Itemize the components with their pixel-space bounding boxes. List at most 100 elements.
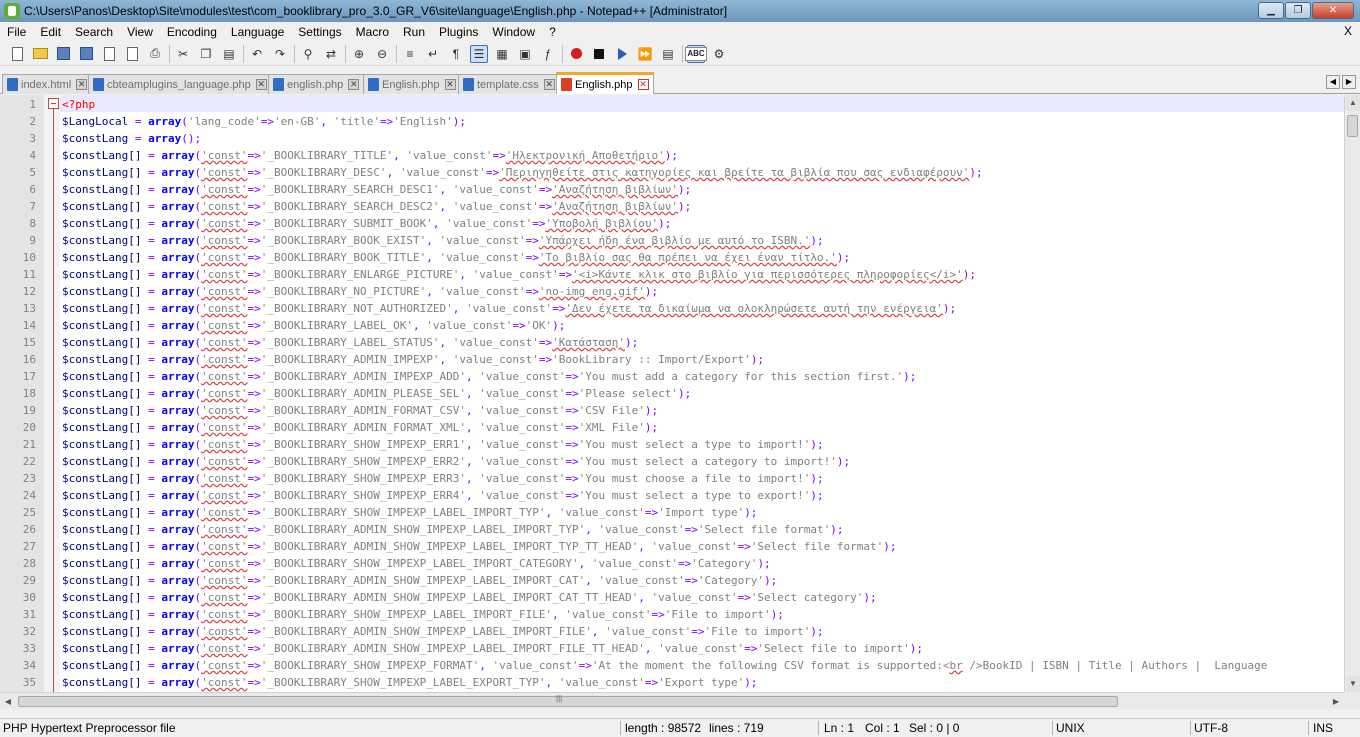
code-token: ); [744,506,758,519]
vertical-scrollbar[interactable]: ▲ ▼ [1344,95,1360,692]
fold-collapse-icon[interactable] [48,98,59,109]
zoom-in-icon[interactable]: ⊕ [350,45,368,63]
show-all-characters-icon[interactable]: ¶ [447,45,465,63]
scroll-down-icon[interactable]: ▼ [1346,676,1360,692]
tab-english-php-2[interactable]: English.php ✕ [363,74,461,94]
status-eol-format[interactable]: UNIX [1053,719,1085,737]
code-token: => [492,149,506,162]
line-number: 27 [22,540,36,553]
code-token: ); [909,642,923,655]
menu-edit[interactable]: Edit [33,22,68,42]
plugin-icon[interactable]: ⚙ [710,45,728,63]
code-text-area[interactable]: <?php $LangLocal = array('lang_code'=>'en… [60,95,1344,692]
tab-english-php-lower[interactable]: english.php ✕ [268,74,365,94]
play-macro-icon[interactable] [613,45,631,63]
horizontal-scrollbar[interactable]: ◀ ||| ▶ [0,692,1344,709]
menu-encoding[interactable]: Encoding [160,22,224,42]
status-encoding[interactable]: UTF-8 [1191,719,1228,737]
status-insert-mode[interactable]: INS [1310,719,1333,737]
tab-close-icon[interactable]: ✕ [637,79,649,90]
scroll-right-icon[interactable]: ▶ [1328,694,1344,709]
menu-view[interactable]: View [120,22,160,42]
function-list-icon[interactable]: ƒ [539,45,557,63]
save-all-icon[interactable] [77,45,95,63]
code-token: array [161,166,195,179]
indent-guide-icon[interactable]: ☰ [470,44,488,63]
tab-close-icon[interactable]: ✕ [76,79,88,90]
code-token: => [247,676,261,689]
tab-close-icon[interactable]: ✕ [444,79,456,90]
maximize-button[interactable]: ❐ [1285,2,1311,19]
code-token: = [141,319,162,332]
close-all-icon[interactable] [123,45,141,63]
close-file-icon[interactable] [100,45,118,63]
undo-icon[interactable]: ↶ [248,45,266,63]
code-token: = [141,200,162,213]
menu-file[interactable]: File [0,22,33,42]
replace-icon[interactable]: ⇄ [322,45,340,63]
line-number: 25 [22,506,36,519]
record-macro-icon[interactable] [567,45,585,63]
menu-search[interactable]: Search [68,22,120,42]
scroll-left-icon[interactable]: ◀ [0,694,16,709]
tab-label: index.html [21,78,72,91]
redo-icon[interactable]: ↷ [271,45,289,63]
find-icon[interactable]: ⚲ [299,45,317,63]
sync-scroll-icon[interactable]: ≡ [401,45,419,63]
zoom-out-icon[interactable]: ⊖ [373,45,391,63]
tab-template-css[interactable]: template.css ✕ [458,74,560,94]
horizontal-scroll-thumb[interactable] [18,696,1118,707]
menu-language[interactable]: Language [224,22,291,42]
document-map-icon[interactable]: ▣ [516,45,534,63]
code-token: $constLang[] [62,387,142,400]
vertical-scroll-thumb[interactable] [1347,115,1358,137]
word-wrap-icon[interactable]: ↵ [424,45,442,63]
code-token: = [141,523,162,536]
code-token: 'Ηλεκτρονική Αποθετήριο' [505,149,665,162]
paste-icon[interactable]: ▤ [220,45,238,63]
copy-icon[interactable]: ❐ [197,45,215,63]
menu-macro[interactable]: Macro [349,22,396,42]
tab-close-icon[interactable]: ✕ [543,79,555,90]
menu-help[interactable]: ? [542,22,563,42]
run-macro-multiple-icon[interactable]: ⏩ [636,45,654,63]
code-token: array [161,523,195,536]
menu-plugins[interactable]: Plugins [432,22,485,42]
code-token: $constLang[] [62,659,142,672]
code-token: 'You must add a category for this sectio… [578,370,904,383]
title-bar[interactable]: C:\Users\Panos\Desktop\Site\modules\test… [0,0,1360,22]
close-document-button[interactable]: X [1344,24,1352,38]
fold-margin[interactable] [44,95,60,692]
code-token: , [439,183,453,196]
scroll-up-icon[interactable]: ▲ [1346,95,1360,111]
save-icon[interactable] [54,45,72,63]
tab-scroll-left-icon[interactable]: ◀ [1326,75,1340,89]
open-file-icon[interactable] [31,45,49,63]
tab-close-icon[interactable]: ✕ [255,79,267,90]
user-defined-language-icon[interactable]: ▦ [493,45,511,63]
minimize-button[interactable]: ▁ [1258,2,1284,19]
close-window-button[interactable]: ✕ [1312,2,1354,19]
status-line-number: Ln : 1 [824,721,855,735]
code-editor[interactable]: 1 2 3 4 5 6 7 8 9 10 11 12 13 14 15 16 17 18 19 20 21 22 23 24 2… [0,95,1344,692]
stop-recording-icon[interactable] [590,45,608,63]
new-file-icon[interactable] [8,45,26,63]
code-token: => [247,506,261,519]
tab-english-php-active[interactable]: English.php ✕ [556,72,654,94]
spell-check-icon[interactable]: ABC [685,44,707,63]
menu-window[interactable]: Window [485,22,542,42]
print-icon[interactable]: ⎙ [146,45,164,63]
tab-scroll-right-icon[interactable]: ▶ [1342,75,1356,89]
tab-close-icon[interactable]: ✕ [348,79,360,90]
code-token: '_BOOKLIBRARY_ADMIN_IMPEXP_ADD' [260,370,467,383]
menu-run[interactable]: Run [396,22,432,42]
code-token: 'value_const' [598,523,685,536]
save-macro-icon[interactable]: ▤ [659,45,677,63]
code-token: '_BOOKLIBRARY_ADMIN_FORMAT_XML' [260,421,467,434]
code-token: ); [644,421,659,434]
tab-cbteamplugins-language[interactable]: cbteamplugins_language.php ✕ [88,74,272,94]
cut-icon[interactable]: ✂ [174,45,192,63]
code-token: array [161,506,195,519]
menu-settings[interactable]: Settings [291,22,348,42]
tab-index-html[interactable]: index.html ✕ [2,74,93,94]
